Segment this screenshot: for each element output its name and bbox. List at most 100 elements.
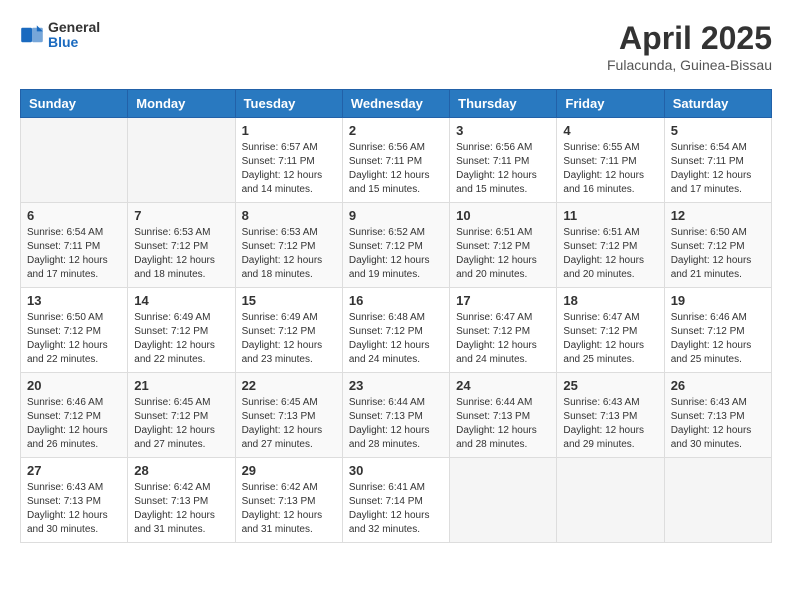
logo-text: General Blue <box>48 20 100 51</box>
day-number: 15 <box>242 293 336 308</box>
day-info: Sunrise: 6:43 AM Sunset: 7:13 PM Dayligh… <box>563 396 657 452</box>
day-number: 27 <box>27 463 121 478</box>
weekday-header-sunday: Sunday <box>21 90 128 118</box>
day-number: 8 <box>242 208 336 223</box>
calendar-cell: 9Sunrise: 6:52 AM Sunset: 7:12 PM Daylig… <box>342 203 449 288</box>
week-row-1: 1Sunrise: 6:57 AM Sunset: 7:11 PM Daylig… <box>21 118 772 203</box>
calendar: SundayMondayTuesdayWednesdayThursdayFrid… <box>20 89 772 543</box>
day-info: Sunrise: 6:42 AM Sunset: 7:13 PM Dayligh… <box>134 481 228 537</box>
calendar-cell: 14 Sunrise: 6:49 AM Sunset: 7:12 PM Dayli… <box>128 288 235 373</box>
calendar-cell: 30 Sunrise: 6:41 AM Sunset: 7:14 PM Dayli… <box>342 458 449 543</box>
calendar-cell: 12Sunrise: 6:50 AM Sunset: 7:12 PM Dayli… <box>664 203 771 288</box>
calendar-cell <box>128 118 235 203</box>
logo: General Blue <box>20 20 100 51</box>
day-number: 25 <box>563 378 657 393</box>
weekday-header-row: SundayMondayTuesdayWednesdayThursdayFrid… <box>21 90 772 118</box>
day-number: 17 <box>456 293 550 308</box>
header: General Blue April 2025 Fulacunda, Guine… <box>20 20 772 73</box>
week-row-5: 27 Sunrise: 6:43 AM Sunset: 7:13 PM Dayli… <box>21 458 772 543</box>
calendar-cell: 10 Sunrise: 6:51 AM Sunset: 7:12 PM Dayli… <box>450 203 557 288</box>
day-info: Sunrise: 6:46 AM Sunset: 7:12 PM Dayligh… <box>27 396 121 452</box>
day-info: Sunrise: 6:54 AM Sunset: 7:11 PM Dayligh… <box>671 141 765 197</box>
calendar-cell: 20 Sunrise: 6:46 AM Sunset: 7:12 PM Dayli… <box>21 373 128 458</box>
weekday-header-saturday: Saturday <box>664 90 771 118</box>
calendar-cell: 24 Sunrise: 6:44 AM Sunset: 7:13 PM Dayli… <box>450 373 557 458</box>
calendar-cell: 27 Sunrise: 6:43 AM Sunset: 7:13 PM Dayli… <box>21 458 128 543</box>
day-info: Sunrise: 6:49 AM Sunset: 7:12 PM Dayligh… <box>242 311 336 367</box>
day-number: 14 <box>134 293 228 308</box>
logo-general: General <box>48 20 100 35</box>
day-number: 26 <box>671 378 765 393</box>
day-info: Sunrise: 6:51 AM Sunset: 7:12 PM Dayligh… <box>563 226 657 282</box>
calendar-cell: 8Sunrise: 6:53 AM Sunset: 7:12 PM Daylig… <box>235 203 342 288</box>
calendar-cell: 23Sunrise: 6:44 AM Sunset: 7:13 PM Dayli… <box>342 373 449 458</box>
day-number: 12 <box>671 208 765 223</box>
calendar-cell: 29 Sunrise: 6:42 AM Sunset: 7:13 PM Dayli… <box>235 458 342 543</box>
day-number: 24 <box>456 378 550 393</box>
logo-blue: Blue <box>48 35 100 50</box>
weekday-header-monday: Monday <box>128 90 235 118</box>
calendar-cell: 6Sunrise: 6:54 AM Sunset: 7:11 PM Daylig… <box>21 203 128 288</box>
day-info: Sunrise: 6:48 AM Sunset: 7:12 PM Dayligh… <box>349 311 443 367</box>
calendar-cell: 19 Sunrise: 6:46 AM Sunset: 7:12 PM Dayli… <box>664 288 771 373</box>
calendar-cell: 4Sunrise: 6:55 AM Sunset: 7:11 PM Daylig… <box>557 118 664 203</box>
day-number: 19 <box>671 293 765 308</box>
calendar-cell: 16 Sunrise: 6:48 AM Sunset: 7:12 PM Dayli… <box>342 288 449 373</box>
day-number: 13 <box>27 293 121 308</box>
day-info: Sunrise: 6:50 AM Sunset: 7:12 PM Dayligh… <box>27 311 121 367</box>
day-info: Sunrise: 6:51 AM Sunset: 7:12 PM Dayligh… <box>456 226 550 282</box>
week-row-4: 20 Sunrise: 6:46 AM Sunset: 7:12 PM Dayli… <box>21 373 772 458</box>
calendar-cell: 7 Sunrise: 6:53 AM Sunset: 7:12 PM Daylig… <box>128 203 235 288</box>
day-info: Sunrise: 6:41 AM Sunset: 7:14 PM Dayligh… <box>349 481 443 537</box>
calendar-cell: 28 Sunrise: 6:42 AM Sunset: 7:13 PM Dayli… <box>128 458 235 543</box>
day-number: 1 <box>242 123 336 138</box>
day-number: 29 <box>242 463 336 478</box>
day-info: Sunrise: 6:43 AM Sunset: 7:13 PM Dayligh… <box>671 396 765 452</box>
day-info: Sunrise: 6:47 AM Sunset: 7:12 PM Dayligh… <box>456 311 550 367</box>
day-info: Sunrise: 6:47 AM Sunset: 7:12 PM Dayligh… <box>563 311 657 367</box>
day-number: 2 <box>349 123 443 138</box>
month-year-title: April 2025 <box>607 20 772 57</box>
day-info: Sunrise: 6:42 AM Sunset: 7:13 PM Dayligh… <box>242 481 336 537</box>
calendar-cell: 22Sunrise: 6:45 AM Sunset: 7:13 PM Dayli… <box>235 373 342 458</box>
day-info: Sunrise: 6:45 AM Sunset: 7:12 PM Dayligh… <box>134 396 228 452</box>
day-info: Sunrise: 6:45 AM Sunset: 7:13 PM Dayligh… <box>242 396 336 452</box>
day-number: 30 <box>349 463 443 478</box>
day-number: 16 <box>349 293 443 308</box>
calendar-cell <box>664 458 771 543</box>
day-info: Sunrise: 6:53 AM Sunset: 7:12 PM Dayligh… <box>134 226 228 282</box>
calendar-cell: 1Sunrise: 6:57 AM Sunset: 7:11 PM Daylig… <box>235 118 342 203</box>
calendar-cell: 21 Sunrise: 6:45 AM Sunset: 7:12 PM Dayli… <box>128 373 235 458</box>
calendar-cell: 17 Sunrise: 6:47 AM Sunset: 7:12 PM Dayli… <box>450 288 557 373</box>
location-subtitle: Fulacunda, Guinea-Bissau <box>607 57 772 73</box>
day-info: Sunrise: 6:49 AM Sunset: 7:12 PM Dayligh… <box>134 311 228 367</box>
calendar-cell: 18 Sunrise: 6:47 AM Sunset: 7:12 PM Dayli… <box>557 288 664 373</box>
calendar-cell <box>557 458 664 543</box>
day-number: 11 <box>563 208 657 223</box>
day-number: 7 <box>134 208 228 223</box>
calendar-cell: 13 Sunrise: 6:50 AM Sunset: 7:12 PM Dayli… <box>21 288 128 373</box>
week-row-3: 13 Sunrise: 6:50 AM Sunset: 7:12 PM Dayli… <box>21 288 772 373</box>
day-info: Sunrise: 6:54 AM Sunset: 7:11 PM Dayligh… <box>27 226 121 282</box>
day-number: 21 <box>134 378 228 393</box>
day-number: 3 <box>456 123 550 138</box>
day-number: 5 <box>671 123 765 138</box>
calendar-cell: 25 Sunrise: 6:43 AM Sunset: 7:13 PM Dayli… <box>557 373 664 458</box>
weekday-header-tuesday: Tuesday <box>235 90 342 118</box>
day-info: Sunrise: 6:44 AM Sunset: 7:13 PM Dayligh… <box>456 396 550 452</box>
calendar-cell: 5 Sunrise: 6:54 AM Sunset: 7:11 PM Daylig… <box>664 118 771 203</box>
day-info: Sunrise: 6:46 AM Sunset: 7:12 PM Dayligh… <box>671 311 765 367</box>
day-number: 4 <box>563 123 657 138</box>
calendar-cell: 2 Sunrise: 6:56 AM Sunset: 7:11 PM Daylig… <box>342 118 449 203</box>
day-number: 20 <box>27 378 121 393</box>
day-info: Sunrise: 6:43 AM Sunset: 7:13 PM Dayligh… <box>27 481 121 537</box>
day-info: Sunrise: 6:56 AM Sunset: 7:11 PM Dayligh… <box>349 141 443 197</box>
calendar-cell: 3Sunrise: 6:56 AM Sunset: 7:11 PM Daylig… <box>450 118 557 203</box>
weekday-header-wednesday: Wednesday <box>342 90 449 118</box>
day-number: 28 <box>134 463 228 478</box>
calendar-cell <box>450 458 557 543</box>
day-number: 18 <box>563 293 657 308</box>
day-number: 10 <box>456 208 550 223</box>
weekday-header-thursday: Thursday <box>450 90 557 118</box>
weekday-header-friday: Friday <box>557 90 664 118</box>
